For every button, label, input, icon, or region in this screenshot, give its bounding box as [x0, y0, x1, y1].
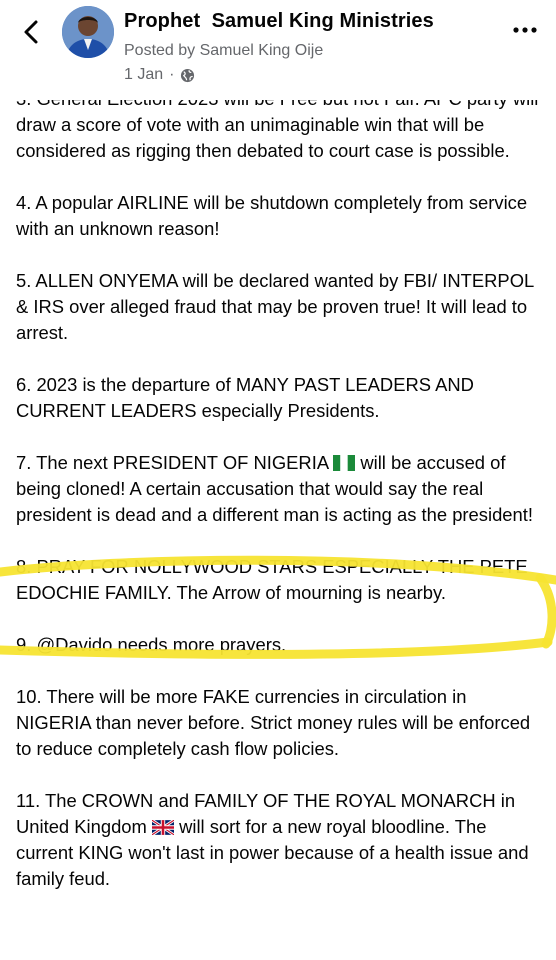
paragraph-7-start: 7. The next PRESIDENT OF NIGERIA [16, 452, 329, 473]
more-horizontal-icon[interactable] [512, 20, 538, 40]
meta-separator: · [169, 66, 175, 83]
post-paragraph-7: 7. The next PRESIDENT OF NIGERIA will be… [16, 450, 546, 528]
posted-by[interactable]: Posted by Samuel King Oije [124, 42, 323, 60]
nigeria-flag-icon [333, 455, 356, 471]
uk-flag-icon [151, 820, 174, 835]
globe-icon [181, 68, 195, 82]
profile-photo [62, 6, 114, 58]
page-name[interactable]: Prophet Samuel King Ministries [124, 10, 434, 33]
post-date[interactable]: 1 Jan [124, 66, 163, 84]
post-body: 3. General Election 2023 will be Free bu… [16, 86, 546, 918]
post-paragraph-11: 11. The CROWN and FAMILY OF THE ROYAL MO… [16, 788, 546, 892]
post-paragraph-10: 10. There will be more FAKE currencies i… [16, 686, 531, 759]
avatar[interactable] [62, 6, 114, 58]
post-paragraph-6: 6. 2023 is the departure of MANY PAST LE… [16, 374, 474, 421]
post-paragraph-5: 5. ALLEN ONYEMA will be declared wanted … [16, 270, 534, 343]
post-paragraph-9: 9. @Davido needs more prayers. [16, 634, 287, 655]
post-meta: 1 Jan · [124, 66, 195, 84]
post-paragraph-4: 4. A popular AIRLINE will be shutdown co… [16, 192, 528, 239]
chevron-left-icon[interactable] [18, 18, 46, 46]
post-paragraph-8: 8. PRAY FOR NOLLYWOOD STARS ESPECIALLY T… [16, 556, 528, 603]
post-header: Prophet Samuel King Ministries Posted by… [0, 0, 556, 100]
